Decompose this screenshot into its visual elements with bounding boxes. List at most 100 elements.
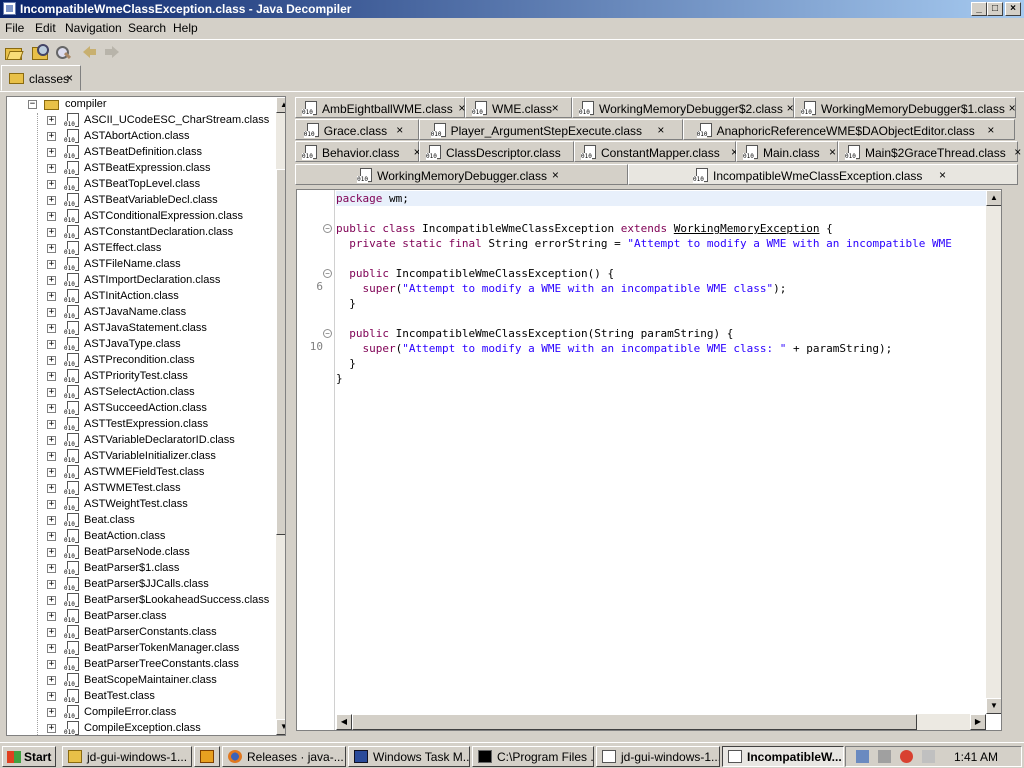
editor-tab[interactable]: Grace.class × [295,119,419,140]
editor-tab[interactable]: ClassDescriptor.class× [419,141,589,162]
menu-help[interactable]: Help [173,21,198,35]
expand-icon[interactable]: + [47,708,56,717]
close-tab-icon[interactable]: × [987,123,994,137]
scroll-up-icon[interactable]: ▲ [986,190,1001,206]
expand-icon[interactable]: + [47,164,56,173]
expand-icon[interactable]: + [47,516,56,525]
scroll-right-icon[interactable]: ▶ [970,714,986,730]
scroll-thumb[interactable] [352,714,917,730]
expand-icon[interactable]: + [47,596,56,605]
close-tab-icon[interactable]: × [787,101,794,115]
editor-tab[interactable]: Behavior.class× [295,141,421,162]
close-tab-icon[interactable]: × [396,123,403,137]
scroll-down-icon[interactable]: ▼ [986,698,1001,714]
expand-icon[interactable]: + [47,212,56,221]
expand-icon[interactable]: + [47,276,56,285]
volume-icon[interactable] [922,750,935,763]
tab-classes[interactable]: classes × [1,65,81,91]
close-tab-icon[interactable]: × [939,168,946,182]
editor-tab[interactable]: Player_ArgumentStepExecute.class × [419,119,683,140]
expand-icon[interactable]: + [47,404,56,413]
close-tab-icon[interactable]: × [552,101,559,115]
expand-icon[interactable]: + [47,132,56,141]
close-tab-icon[interactable]: × [552,168,559,182]
tray-security-icon[interactable] [900,750,913,763]
expand-icon[interactable]: + [47,148,56,157]
editor-tab[interactable]: WorkingMemoryDebugger.class × [295,164,628,185]
code-horizontal-scrollbar[interactable]: ◀ ▶ [336,714,986,730]
scroll-up-icon[interactable]: ▲ [276,97,285,113]
editor-tab[interactable]: ConstantMapper.class× [574,141,738,162]
editor-tab[interactable]: AnaphoricReferenceWME$DAObjectEditor.cla… [683,119,1015,140]
taskbar-task[interactable]: C:\Program Files ... [472,746,594,767]
scroll-left-icon[interactable]: ◀ [336,714,352,730]
package-tree[interactable]: − compiler + ASCII_UCodeESC_CharStream.cl… [6,96,286,736]
expand-icon[interactable]: + [47,340,56,349]
expand-icon[interactable]: + [47,580,56,589]
expand-icon[interactable]: + [47,244,56,253]
expand-icon[interactable]: + [47,324,56,333]
scroll-thumb[interactable] [276,169,285,535]
taskbar-task[interactable]: IncompatibleW... [722,746,844,767]
editor-tab[interactable]: WME.class× [465,97,572,118]
taskbar-task[interactable]: jd-gui-windows-1... [62,746,192,767]
expand-icon[interactable]: + [47,308,56,317]
taskbar-task[interactable]: jd-gui-windows-1... [596,746,720,767]
expand-icon[interactable]: + [47,500,56,509]
editor-tab[interactable]: AmbEightballWME.class× [295,97,465,118]
expand-icon[interactable]: + [47,676,56,685]
tray-device-icon[interactable] [878,750,891,763]
expand-icon[interactable]: + [47,660,56,669]
menu-file[interactable]: File [5,21,24,35]
expand-icon[interactable]: + [47,420,56,429]
maximize-button[interactable]: □ [987,2,1003,16]
expand-icon[interactable]: + [47,260,56,269]
editor-tab[interactable]: Main$2GraceThread.class × [838,141,1021,162]
expand-icon[interactable]: + [47,372,56,381]
superclass-link[interactable]: WorkingMemoryException [674,222,820,235]
close-button[interactable]: × [1005,2,1021,16]
open-type-icon[interactable] [30,44,49,60]
expand-icon[interactable]: + [47,564,56,573]
expand-icon[interactable]: + [47,196,56,205]
open-file-icon[interactable] [4,44,22,60]
fold-icon[interactable]: − [323,329,332,338]
expand-icon[interactable]: + [47,532,56,541]
menu-navigation[interactable]: Navigation [65,21,122,35]
close-tab-icon[interactable]: × [1014,145,1021,159]
expand-icon[interactable]: + [47,180,56,189]
scroll-down-icon[interactable]: ▼ [276,719,285,735]
taskbar-task[interactable] [194,746,220,767]
close-tab-icon[interactable]: × [66,71,73,85]
back-arrow-icon[interactable] [81,44,99,60]
expand-icon[interactable]: + [47,644,56,653]
close-tab-icon[interactable]: × [657,123,664,137]
fold-icon[interactable]: − [323,224,332,233]
menu-edit[interactable]: Edit [35,21,56,35]
editor-tab[interactable]: IncompatibleWmeClassException.class × [628,164,1018,185]
expand-icon[interactable]: + [47,116,56,125]
expand-icon[interactable]: + [47,548,56,557]
expand-icon[interactable]: + [47,612,56,621]
close-tab-icon[interactable]: × [829,145,836,159]
expand-icon[interactable]: + [47,468,56,477]
expand-icon[interactable]: + [47,484,56,493]
editor-tab[interactable]: WorkingMemoryDebugger$1.class × [794,97,1016,118]
code-vertical-scrollbar[interactable]: ▲ ▼ [986,190,1001,714]
close-tab-icon[interactable]: × [1009,101,1016,115]
minimize-button[interactable]: _ [971,2,987,16]
expand-icon[interactable]: + [47,628,56,637]
tray-network-icon[interactable] [856,750,869,763]
expand-icon[interactable]: + [47,692,56,701]
forward-arrow-icon[interactable] [104,44,122,60]
search-icon[interactable] [54,44,72,60]
editor-tab[interactable]: Main.class × [736,141,838,162]
fold-icon[interactable]: − [323,269,332,278]
expand-icon[interactable]: + [47,292,56,301]
taskbar-task[interactable]: Releases · java-... [222,746,346,767]
taskbar-task[interactable]: Windows Task M... [348,746,470,767]
expand-icon[interactable]: + [47,356,56,365]
expand-icon[interactable]: + [47,388,56,397]
tree-scrollbar[interactable]: ▲ ▼ [276,97,285,735]
expand-icon[interactable]: + [47,228,56,237]
